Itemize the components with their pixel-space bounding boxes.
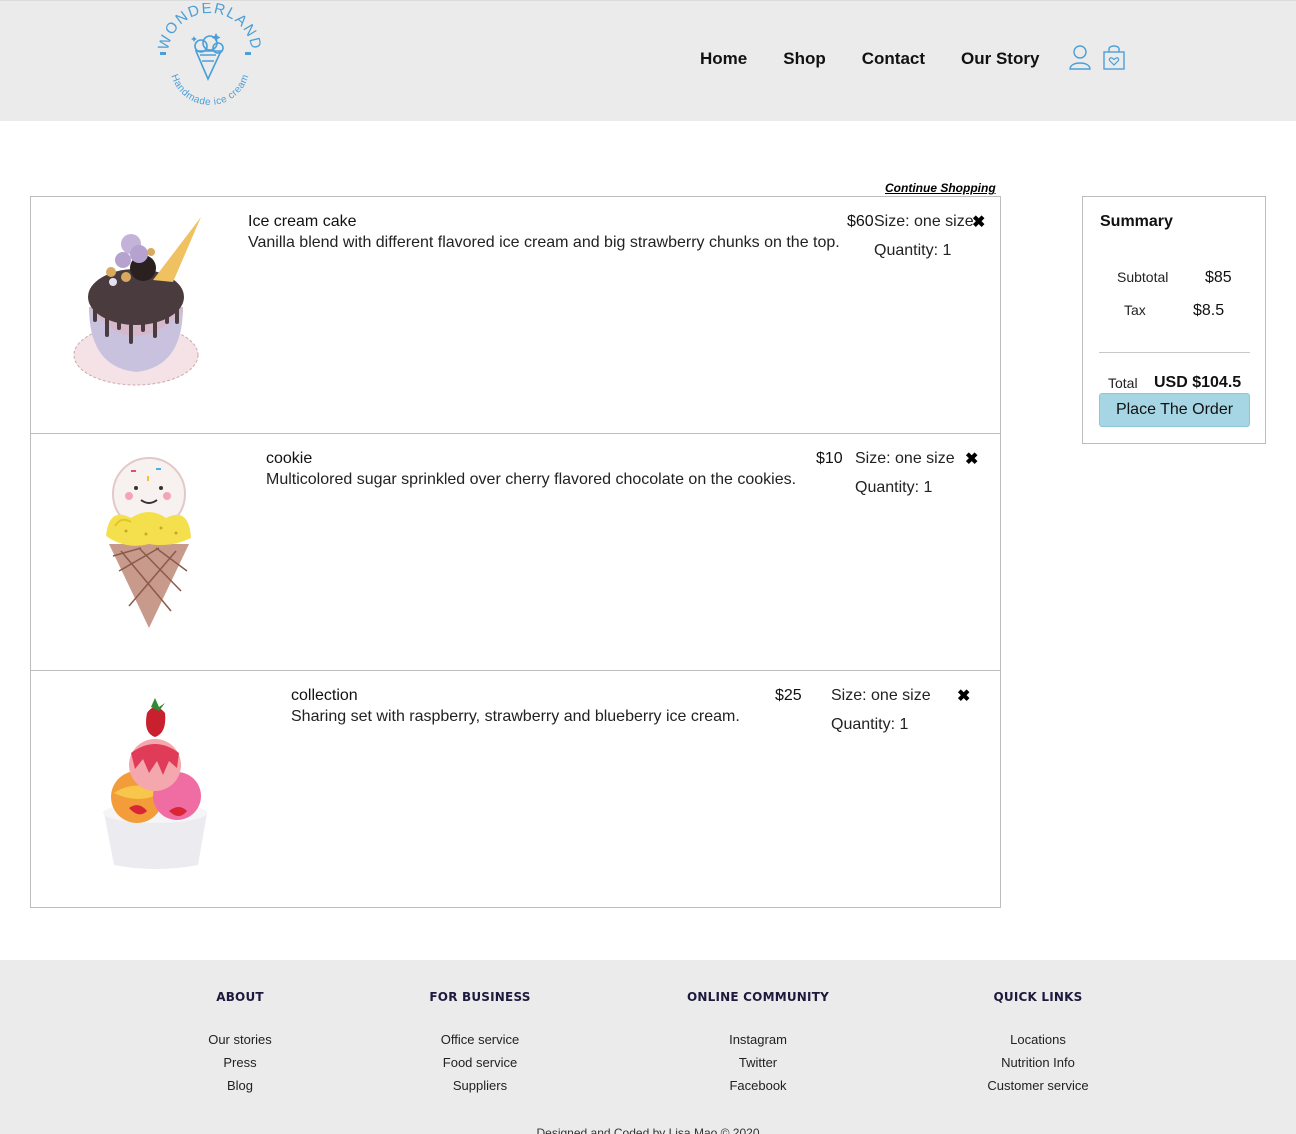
footer-column-quick-links: QUICK LINKS Locations Nutrition Info Cus… xyxy=(928,990,1148,1097)
subtotal-value: $85 xyxy=(1205,269,1232,286)
remove-item-icon[interactable]: ✖ xyxy=(972,212,985,232)
footer-heading: ONLINE COMMUNITY xyxy=(687,990,829,1004)
footer-heading: QUICK LINKS xyxy=(993,990,1083,1004)
footer-heading: ABOUT xyxy=(216,990,264,1004)
footer-link[interactable]: Nutrition Info xyxy=(928,1051,1148,1074)
item-price: $25 xyxy=(775,687,802,704)
main-nav: Home Shop Contact Our Story xyxy=(700,49,1075,69)
item-size[interactable]: Size: one size xyxy=(831,687,931,705)
footer-column-business: FOR BUSINESS Office service Food service… xyxy=(370,990,590,1097)
item-quantity[interactable]: Quantity: 1 xyxy=(855,479,932,497)
footer-column-about: ABOUT Our stories Press Blog xyxy=(130,990,350,1097)
nav-our-story[interactable]: Our Story xyxy=(961,49,1039,69)
item-name[interactable]: cookie xyxy=(266,450,312,468)
footer-link[interactable]: Our stories xyxy=(130,1028,350,1051)
user-icon[interactable] xyxy=(1068,44,1092,70)
footer-column-community: ONLINE COMMUNITY Instagram Twitter Faceb… xyxy=(648,990,868,1097)
footer-link[interactable]: Instagram xyxy=(648,1028,868,1051)
footer-link[interactable]: Twitter xyxy=(648,1051,868,1074)
footer-link[interactable]: Press xyxy=(130,1051,350,1074)
footer-link[interactable]: Office service xyxy=(370,1028,590,1051)
item-size[interactable]: Size: one size xyxy=(874,213,974,231)
footer-link[interactable]: Locations xyxy=(928,1028,1148,1051)
item-description: Sharing set with raspberry, strawberry a… xyxy=(291,708,740,725)
summary-title: Summary xyxy=(1100,213,1173,230)
cart-item: cookie Multicolored sugar sprinkled over… xyxy=(30,433,1001,671)
site-header: WONDERLAND Handmade ice cream Home Shop … xyxy=(0,0,1296,121)
nav-shop[interactable]: Shop xyxy=(783,49,826,69)
item-description: Multicolored sugar sprinkled over cherry… xyxy=(266,471,797,488)
continue-shopping-link[interactable]: Continue Shopping xyxy=(885,181,996,195)
collection-cup-image xyxy=(103,698,207,869)
cart-item: collection Sharing set with raspberry, s… xyxy=(30,670,1001,908)
item-price: $10 xyxy=(816,450,843,467)
svg-text:WONDERLAND: WONDERLAND xyxy=(155,3,265,52)
remove-item-icon[interactable]: ✖ xyxy=(957,686,970,706)
item-name[interactable]: Ice cream cake xyxy=(248,213,356,231)
item-quantity[interactable]: Quantity: 1 xyxy=(874,242,951,260)
total-value: USD $104.5 xyxy=(1154,374,1242,391)
cookie-cone-image xyxy=(106,457,191,628)
footer-link[interactable]: Suppliers xyxy=(370,1074,590,1097)
logo-graphic: WONDERLAND Handmade ice cream xyxy=(155,0,265,108)
footer-heading: FOR BUSINESS xyxy=(429,990,531,1004)
item-quantity[interactable]: Quantity: 1 xyxy=(831,716,908,734)
item-name[interactable]: collection xyxy=(291,687,358,705)
order-summary: Summary Subtotal $85 Tax $8.5 Total USD … xyxy=(1082,196,1266,444)
wonderland-logo[interactable]: WONDERLAND Handmade ice cream xyxy=(150,0,265,113)
item-size[interactable]: Size: one size xyxy=(855,450,955,468)
tax-value: $8.5 xyxy=(1193,302,1225,319)
svg-text:Handmade ice cream: Handmade ice cream xyxy=(168,73,251,108)
site-footer: ABOUT Our stories Press Blog FOR BUSINES… xyxy=(0,960,1296,1134)
shopping-bag-icon[interactable] xyxy=(1102,44,1126,70)
footer-link[interactable]: Food service xyxy=(370,1051,590,1074)
item-price: $60 xyxy=(847,213,874,230)
header-icons xyxy=(1068,44,1126,70)
remove-item-icon[interactable]: ✖ xyxy=(965,449,978,469)
nav-home[interactable]: Home xyxy=(700,49,747,69)
footer-link[interactable]: Blog xyxy=(130,1074,350,1097)
summary-divider xyxy=(1099,352,1250,353)
cart-item: Ice cream cake Vanilla blend with differ… xyxy=(30,196,1001,434)
cart-list: Ice cream cake Vanilla blend with differ… xyxy=(30,196,1001,908)
footer-link[interactable]: Customer service xyxy=(928,1074,1148,1097)
tax-label: Tax xyxy=(1124,302,1146,318)
footer-link[interactable]: Facebook xyxy=(648,1074,868,1097)
copyright-text: Designed and Coded by Lisa Mao © 2020 xyxy=(536,1126,760,1134)
total-label: Total xyxy=(1108,375,1138,391)
nav-contact[interactable]: Contact xyxy=(862,49,925,69)
subtotal-label: Subtotal xyxy=(1117,269,1169,285)
item-description: Vanilla blend with different flavored ic… xyxy=(248,234,840,251)
place-order-button[interactable]: Place The Order xyxy=(1099,393,1250,427)
ice-cream-cake-image xyxy=(73,217,201,386)
